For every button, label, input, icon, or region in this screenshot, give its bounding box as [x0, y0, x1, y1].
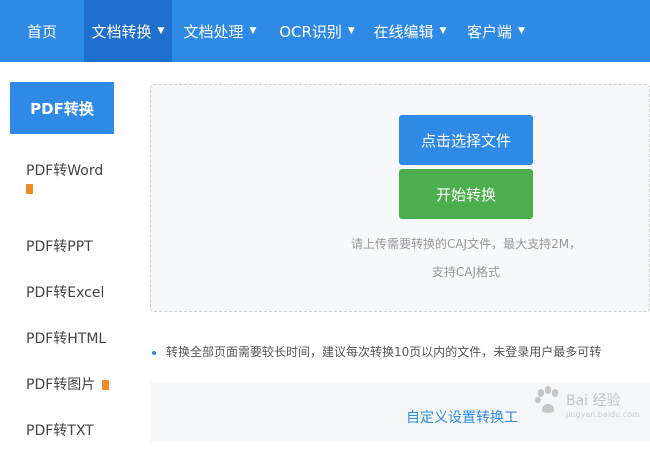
- sidebar-item-pdf-to-excel[interactable]: PDF转Excel: [26, 282, 104, 302]
- bullet-icon: [152, 350, 156, 355]
- chevron-down-icon: ▼: [518, 26, 525, 36]
- conversion-notice: 转换全部页面需要较长时间，建议每次转换10页以内的文件，未登录用户最多可转: [152, 343, 650, 361]
- chevron-down-icon: ▼: [249, 26, 257, 36]
- sidebar-item-pdf-to-word[interactable]: PDF转Word: [26, 160, 103, 194]
- sidebar-item-pdf-to-txt[interactable]: PDF转TXT: [26, 420, 94, 440]
- hot-badge-icon: [101, 380, 109, 390]
- nav-doc-convert[interactable]: 文档转换 ▼: [84, 0, 172, 62]
- sidebar-item-pdf-to-image[interactable]: PDF转图片: [26, 374, 109, 394]
- sidebar: PDF转换 PDF转Word PDF转PPT PDF转Excel PDF转HTM…: [0, 62, 140, 450]
- custom-settings-link[interactable]: 自定义设置转换工: [406, 407, 518, 427]
- sidebar-item-label: PDF转Word: [26, 163, 104, 179]
- nav-doc-process[interactable]: 文档处理 ▼: [176, 0, 264, 62]
- nav-home[interactable]: 首页: [0, 0, 84, 62]
- nav-client-label: 客户端: [467, 22, 513, 41]
- watermark-url: jingyan.baidu.com: [566, 410, 640, 419]
- nav-ocr[interactable]: OCR识别 ▼: [272, 0, 362, 62]
- nav-ocr-label: OCR识别: [279, 22, 342, 41]
- sidebar-item-pdf-to-ppt[interactable]: PDF转PPT: [26, 236, 93, 256]
- sidebar-header[interactable]: PDF转换: [10, 82, 114, 134]
- upload-dropzone[interactable]: 点击选择文件 开始转换 请上传需要转换的CAJ文件，最大支持2M， 支持CAJ格…: [150, 84, 650, 312]
- nav-online-edit[interactable]: 在线编辑 ▼: [366, 0, 454, 62]
- sidebar-item-label: PDF转HTML: [26, 331, 107, 347]
- sidebar-item-label: PDF转图片: [26, 377, 96, 393]
- nav-home-label: 首页: [26, 22, 57, 41]
- hot-badge-icon: [26, 184, 33, 194]
- nav-online-edit-label: 在线编辑: [373, 22, 434, 41]
- baidu-jingyan-watermark: Bai 经验 jingyan.baidu.com: [532, 380, 640, 424]
- chevron-down-icon: ▼: [157, 26, 165, 36]
- nav-client[interactable]: 客户端 ▼: [458, 0, 534, 62]
- chevron-down-icon: ▼: [439, 26, 447, 36]
- top-nav: 首页 文档转换 ▼ 文档处理 ▼ OCR识别 ▼ 在线编辑 ▼ 客户端 ▼: [0, 0, 650, 62]
- chevron-down-icon: ▼: [347, 26, 355, 36]
- upload-hint-line1: 请上传需要转换的CAJ文件，最大支持2M，: [350, 237, 582, 251]
- notice-text: 转换全部页面需要较长时间，建议每次转换10页以内的文件，未登录用户最多可转: [166, 345, 602, 359]
- page: 首页 文档转换 ▼ 文档处理 ▼ OCR识别 ▼ 在线编辑 ▼ 客户端 ▼ PD…: [0, 0, 650, 450]
- start-convert-button[interactable]: 开始转换: [399, 169, 533, 219]
- sidebar-item-label: PDF转Excel: [26, 285, 105, 301]
- select-file-button[interactable]: 点击选择文件: [399, 115, 533, 165]
- sidebar-item-label: PDF转PPT: [26, 239, 93, 255]
- sidebar-item-pdf-to-html[interactable]: PDF转HTML: [26, 328, 106, 348]
- upload-hint-line2: 支持CAJ格式: [431, 265, 501, 279]
- watermark-text: Bai 经验: [566, 393, 621, 409]
- sidebar-item-label: PDF转TXT: [26, 423, 94, 439]
- paw-logo-icon: [535, 386, 559, 413]
- nav-doc-convert-label: 文档转换: [91, 22, 152, 41]
- nav-doc-process-label: 文档处理: [183, 22, 244, 41]
